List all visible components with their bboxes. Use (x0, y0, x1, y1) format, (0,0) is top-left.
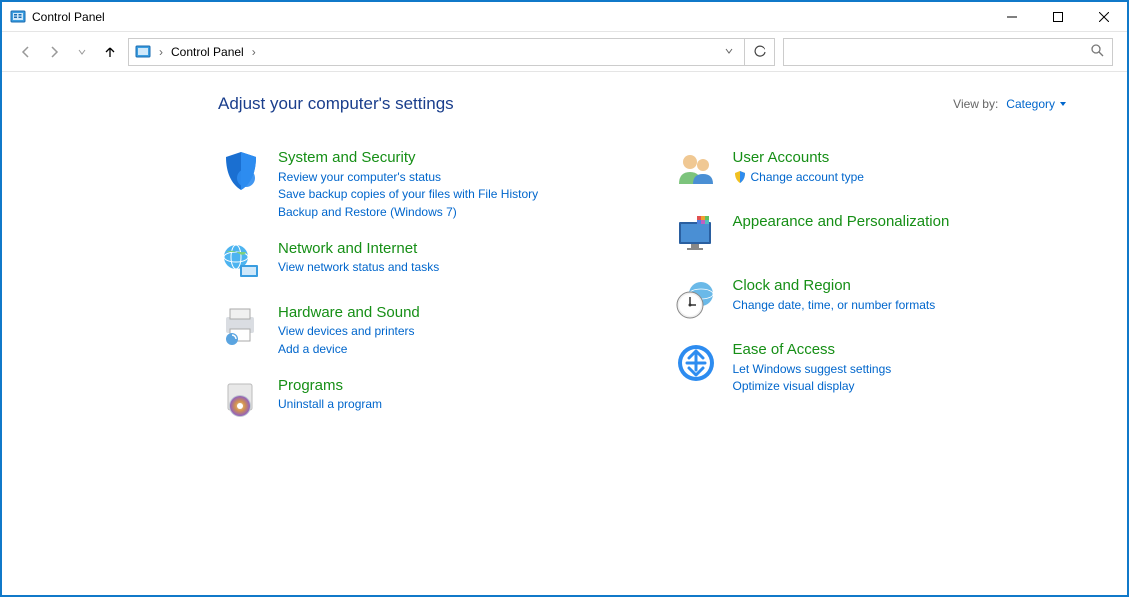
category-appearance: Appearance and Personalization (673, 212, 1068, 258)
category-column-left: System and Security Review your computer… (218, 148, 613, 422)
programs-icon (218, 376, 264, 422)
category-link[interactable]: System and Security (278, 148, 538, 168)
forward-button[interactable] (44, 42, 64, 62)
uac-shield-icon (733, 170, 747, 184)
task-link[interactable]: View devices and printers (278, 323, 420, 340)
address-icon (135, 44, 151, 60)
category-link[interactable]: Network and Internet (278, 239, 439, 259)
back-button[interactable] (16, 42, 36, 62)
task-link[interactable]: Save backup copies of your files with Fi… (278, 186, 538, 203)
category-link[interactable]: Hardware and Sound (278, 303, 420, 323)
chevron-right-icon[interactable]: › (157, 45, 165, 59)
users-icon (673, 148, 719, 194)
category-hardware-sound: Hardware and Sound View devices and prin… (218, 303, 613, 358)
category-grid: System and Security Review your computer… (218, 148, 1067, 422)
globe-network-icon (218, 239, 264, 285)
category-user-accounts: User Accounts Change account type (673, 148, 1068, 194)
minimize-button[interactable] (989, 2, 1035, 32)
task-link-label: Change account type (751, 169, 864, 186)
task-link[interactable]: Change date, time, or number formats (733, 297, 936, 314)
task-link[interactable]: Change account type (733, 169, 864, 186)
maximize-button[interactable] (1035, 2, 1081, 32)
address-bar[interactable]: › Control Panel › (128, 38, 745, 66)
breadcrumb-item[interactable]: Control Panel (171, 45, 244, 59)
category-system-security: System and Security Review your computer… (218, 148, 613, 221)
recent-dropdown[interactable] (72, 42, 92, 62)
category-link[interactable]: Programs (278, 376, 382, 396)
refresh-button[interactable] (745, 38, 775, 66)
search-box[interactable] (783, 38, 1113, 66)
close-button[interactable] (1081, 2, 1127, 32)
page-title: Adjust your computer's settings (218, 94, 454, 114)
task-link[interactable]: View network status and tasks (278, 259, 439, 276)
window-controls (989, 2, 1127, 32)
category-programs: Programs Uninstall a program (218, 376, 613, 422)
task-link[interactable]: Let Windows suggest settings (733, 361, 892, 378)
printer-icon (218, 303, 264, 349)
chevron-right-icon[interactable]: › (250, 45, 258, 59)
view-by-label: View by: (953, 97, 998, 111)
monitor-colors-icon (673, 212, 719, 258)
task-link[interactable]: Optimize visual display (733, 378, 892, 395)
view-by-value: Category (1006, 97, 1055, 111)
content-area: Adjust your computer's settings View by:… (2, 72, 1127, 595)
category-clock-region: Clock and Region Change date, time, or n… (673, 276, 1068, 322)
task-link[interactable]: Uninstall a program (278, 396, 382, 413)
navigation-bar: › Control Panel › (2, 32, 1127, 72)
category-ease-access: Ease of Access Let Windows suggest setti… (673, 340, 1068, 395)
view-by-dropdown[interactable]: Category (1006, 97, 1067, 111)
view-by-control: View by: Category (953, 97, 1067, 111)
category-link[interactable]: User Accounts (733, 148, 864, 168)
address-dropdown[interactable] (720, 45, 738, 59)
category-network-internet: Network and Internet View network status… (218, 239, 613, 285)
search-icon[interactable] (1090, 43, 1104, 60)
category-link[interactable]: Appearance and Personalization (733, 212, 950, 232)
task-link[interactable]: Review your computer's status (278, 169, 538, 186)
control-panel-icon (10, 9, 26, 25)
up-button[interactable] (100, 42, 120, 62)
shield-icon (218, 148, 264, 194)
search-input[interactable] (792, 45, 1090, 59)
task-link[interactable]: Backup and Restore (Windows 7) (278, 204, 538, 221)
clock-globe-icon (673, 276, 719, 322)
window-title: Control Panel (32, 10, 105, 24)
category-link[interactable]: Ease of Access (733, 340, 892, 360)
ease-access-icon (673, 340, 719, 386)
content-header: Adjust your computer's settings View by:… (218, 94, 1067, 114)
titlebar: Control Panel (2, 2, 1127, 32)
task-link[interactable]: Add a device (278, 341, 420, 358)
category-column-right: User Accounts Change account type Appear… (673, 148, 1068, 422)
category-link[interactable]: Clock and Region (733, 276, 936, 296)
